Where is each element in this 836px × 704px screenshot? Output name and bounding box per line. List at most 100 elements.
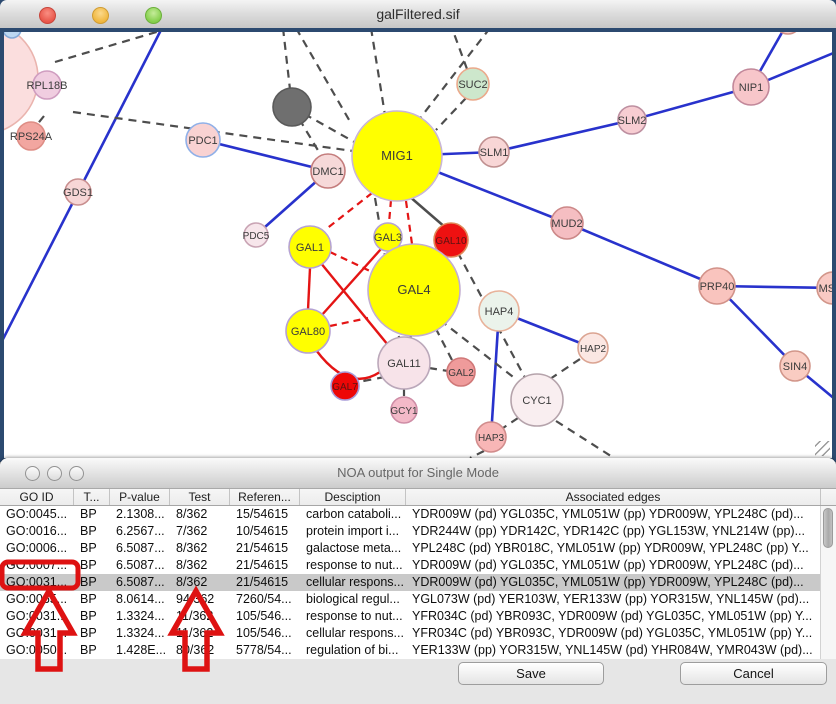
table-cell: protein import i... bbox=[300, 523, 406, 540]
node-SUC2[interactable]: SUC2 bbox=[457, 68, 489, 100]
column-header-0[interactable]: GO ID bbox=[0, 489, 74, 505]
node-label: CYC1 bbox=[522, 395, 551, 407]
table-row-7[interactable]: GO:0031...BP1.3324...11/362105/546...cel… bbox=[0, 625, 836, 642]
save-button[interactable]: Save bbox=[458, 662, 604, 685]
node-MSL1[interactable]: MSL1 bbox=[817, 272, 832, 304]
table-cell: 8/362 bbox=[170, 557, 230, 574]
node-HAP4[interactable]: HAP4 bbox=[479, 291, 519, 331]
table-cell: carbon cataboli... bbox=[300, 506, 406, 523]
node-label: GAL11 bbox=[387, 358, 420, 370]
table-cell: 8/362 bbox=[170, 506, 230, 523]
table-cell: GO:0006... bbox=[0, 540, 74, 557]
cancel-button[interactable]: Cancel bbox=[680, 662, 827, 685]
table-row-8[interactable]: GO:0050...BP1.428E...80/3625778/54...reg… bbox=[0, 642, 836, 659]
node-PRP40[interactable]: PRP40 bbox=[699, 268, 735, 304]
table-cell: GO:0007... bbox=[0, 557, 74, 574]
table-row-4[interactable]: GO:0031...BP6.5087...8/36221/54615cellul… bbox=[0, 574, 836, 591]
network-window-title: galFiltered.sif bbox=[0, 6, 836, 22]
table-row-0[interactable]: GO:0045...BP2.1308...8/36215/54615carbon… bbox=[0, 506, 836, 523]
node-CYC1[interactable]: CYC1 bbox=[511, 374, 563, 426]
node-circle[interactable] bbox=[273, 88, 311, 126]
table-cell: 5778/54... bbox=[230, 642, 300, 659]
column-header-6[interactable]: Associated edges bbox=[406, 489, 821, 505]
table-row-1[interactable]: GO:0016...BP6.2567...7/36210/54615protei… bbox=[0, 523, 836, 540]
node-GAL7[interactable]: GAL7 bbox=[331, 372, 359, 400]
network-edge bbox=[452, 32, 467, 69]
table-cell: YPL248C (pd) YBR018C, YML051W (pp) YDR00… bbox=[406, 540, 821, 557]
table-cell: 6.5087... bbox=[110, 574, 170, 591]
resize-handle-icon[interactable] bbox=[815, 441, 830, 456]
table-cell: YER133W (pp) YOR315W, YNL145W (pd) YHR08… bbox=[406, 642, 821, 659]
network-canvas[interactable]: RPL18B RPS24A GDS1 PDC1 MIG1 DMC1 SUC2 SLM1 SLM2… bbox=[0, 28, 836, 462]
table-cell: GO:0045... bbox=[0, 506, 74, 523]
node-GDS1[interactable]: GDS1 bbox=[63, 179, 93, 205]
network-window-titlebar[interactable]: galFiltered.sif bbox=[0, 0, 836, 29]
table-row-5[interactable]: GO:0065...BP8.0614...94/3627260/54...bio… bbox=[0, 591, 836, 608]
node-circle[interactable] bbox=[775, 32, 801, 34]
node-label: SIN4 bbox=[783, 361, 807, 373]
desktop: galFiltered.sif RPL18B RPS24A GDS1 PDC1 MIG1… bbox=[0, 0, 836, 704]
network-edge bbox=[429, 368, 448, 371]
node-HAP2[interactable]: HAP2 bbox=[578, 333, 608, 363]
table-cell: 1.3324... bbox=[110, 608, 170, 625]
node-label: SLM1 bbox=[480, 147, 509, 159]
node-label: GAL1 bbox=[296, 242, 324, 254]
scrollbar-thumb[interactable] bbox=[823, 508, 833, 548]
node-label: SLM2 bbox=[618, 115, 647, 127]
column-header-3[interactable]: Test bbox=[170, 489, 230, 505]
node-label: GAL7 bbox=[332, 382, 358, 393]
node-label: MSL1 bbox=[819, 283, 832, 295]
node-SLM1[interactable]: SLM1 bbox=[479, 137, 509, 167]
node-NIP1[interactable]: NIP1 bbox=[733, 69, 769, 105]
node-SIN4[interactable]: SIN4 bbox=[780, 351, 810, 381]
node-label: MIG1 bbox=[381, 148, 413, 163]
node-label: GAL4 bbox=[397, 282, 430, 297]
node-MIG1[interactable]: MIG1 bbox=[352, 111, 442, 201]
node-DMC1[interactable]: DMC1 bbox=[311, 154, 345, 188]
table-cell: cellular respons... bbox=[300, 625, 406, 642]
table-cell: 94/362 bbox=[170, 591, 230, 608]
node-top-partial-2[interactable] bbox=[775, 32, 801, 34]
node-label: RPL18B bbox=[27, 80, 68, 92]
column-header-4[interactable]: Referen... bbox=[230, 489, 300, 505]
table-cell: 21/54615 bbox=[230, 557, 300, 574]
vertical-scrollbar[interactable] bbox=[820, 506, 836, 659]
table-row-6[interactable]: GO:0031...BP1.3324...11/362105/546...res… bbox=[0, 608, 836, 625]
node-MUD2[interactable]: MUD2 bbox=[551, 207, 583, 239]
column-header-2[interactable]: P-value bbox=[110, 489, 170, 505]
node-GAL80[interactable]: GAL80 bbox=[286, 309, 330, 353]
network-graph[interactable]: RPL18B RPS24A GDS1 PDC1 MIG1 DMC1 SUC2 SLM1 SLM2… bbox=[4, 32, 832, 458]
node-dark-node[interactable] bbox=[273, 88, 311, 126]
column-header-5[interactable]: Desciption bbox=[300, 489, 406, 505]
noa-window-titlebar[interactable]: NOA output for Single Mode bbox=[0, 458, 836, 489]
table-cell: 2.1308... bbox=[110, 506, 170, 523]
node-label: SUC2 bbox=[458, 79, 487, 91]
table-row-3[interactable]: GO:0007...BP6.5087...8/36221/54615respon… bbox=[0, 557, 836, 574]
column-header-1[interactable]: T... bbox=[74, 489, 110, 505]
table-cell: response to nut... bbox=[300, 557, 406, 574]
node-GAL4[interactable]: GAL4 bbox=[368, 244, 460, 336]
table-row-2[interactable]: GO:0006...BP6.5087...8/36221/54615galact… bbox=[0, 540, 836, 557]
node-PDC1[interactable]: PDC1 bbox=[186, 123, 220, 157]
table-cell: BP bbox=[74, 523, 110, 540]
table-cell: biological regul... bbox=[300, 591, 406, 608]
node-GAL1[interactable]: GAL1 bbox=[289, 226, 331, 268]
table-cell: BP bbox=[74, 506, 110, 523]
network-edge bbox=[503, 418, 518, 428]
table-cell: 80/362 bbox=[170, 642, 230, 659]
table-cell: 21/54615 bbox=[230, 574, 300, 591]
network-edge bbox=[494, 120, 632, 152]
node-HAP3[interactable]: HAP3 bbox=[476, 422, 506, 452]
table-cell: YFR034C (pd) YBR093C, YDR009W (pd) YGL03… bbox=[406, 608, 821, 625]
node-GCY1[interactable]: GCY1 bbox=[390, 397, 418, 423]
table-cell: GO:0016... bbox=[0, 523, 74, 540]
node-label: PDC5 bbox=[243, 231, 270, 242]
node-GAL11[interactable]: GAL11 bbox=[378, 337, 430, 389]
node-label: HAP4 bbox=[485, 306, 514, 318]
node-RPS24A[interactable]: RPS24A bbox=[10, 122, 53, 150]
node-GAL2[interactable]: GAL2 bbox=[447, 358, 475, 386]
network-edge bbox=[550, 357, 583, 379]
table-cell: GO:0031... bbox=[0, 625, 74, 642]
node-SLM2[interactable]: SLM2 bbox=[618, 106, 647, 134]
network-edge bbox=[371, 32, 385, 115]
